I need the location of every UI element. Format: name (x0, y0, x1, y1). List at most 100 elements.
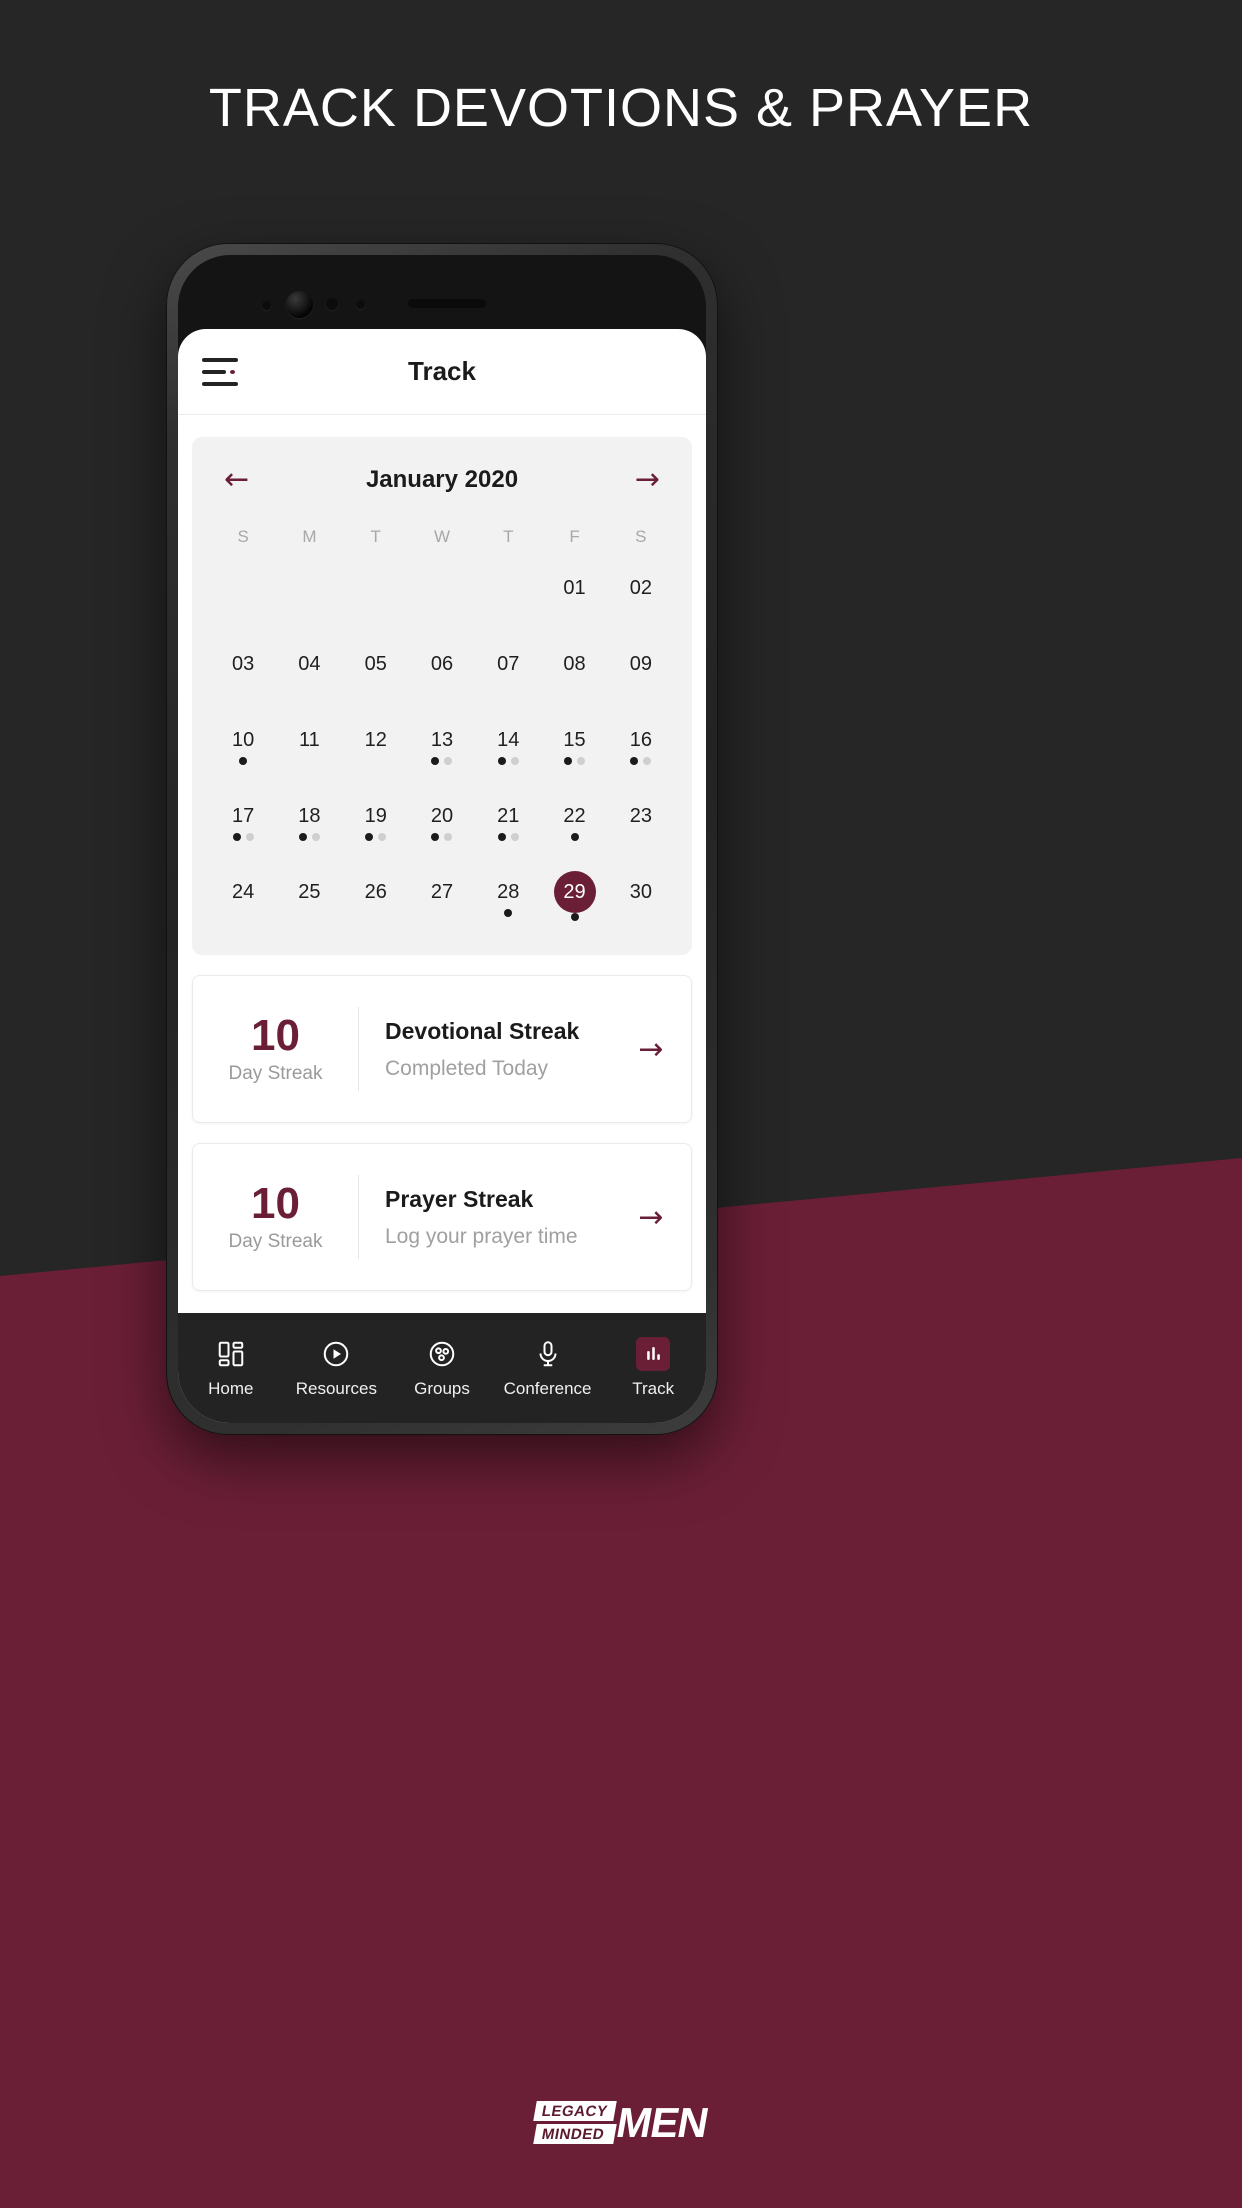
activity-dot-dark (497, 757, 506, 765)
activity-dot-dark (431, 757, 440, 765)
calendar-day-12[interactable]: 12 (343, 705, 409, 781)
calendar-day-indicators (541, 913, 607, 921)
calendar-day-indicators (541, 757, 607, 765)
arrow-right-icon[interactable]: → (635, 465, 660, 495)
earpiece-speaker (408, 299, 486, 308)
calendar-day-number: 04 (298, 653, 321, 675)
calendar-day-indicators (210, 757, 276, 765)
calendar-day-number: 20 (430, 805, 454, 827)
calendar-day-11[interactable]: 11 (276, 705, 342, 781)
calendar-day-22[interactable]: 22 (541, 781, 607, 857)
streak-card-list: 10 Day Streak Devotional Streak Completed T… (178, 975, 706, 1291)
sensor-dot-icon (262, 301, 271, 310)
calendar-day-indicators (475, 909, 541, 917)
calendar-card: ← January 2020 → SMTWTFS 01 02 03 04 05 06 07 0… (192, 437, 692, 955)
calendar-weekday-0: S (237, 527, 249, 546)
calendar-day-number: 15 (563, 729, 586, 751)
calendar-day-25[interactable]: 25 (276, 857, 342, 933)
calendar-day-18[interactable]: 18 (276, 781, 342, 857)
calendar-day-15[interactable]: 15 (541, 705, 607, 781)
calendar-weekday-header-row: SMTWTFS (202, 501, 682, 553)
nav-item-home[interactable]: Home (178, 1338, 284, 1399)
calendar-day-05[interactable]: 05 (343, 629, 409, 705)
arrow-right-icon[interactable]: → (611, 1032, 691, 1067)
nav-item-label: Conference (503, 1378, 592, 1398)
calendar-day-number: 01 (563, 577, 586, 599)
calendar-day-09[interactable]: 09 (608, 629, 674, 705)
calendar-day-24[interactable]: 24 (210, 857, 276, 933)
activity-dot-dark (365, 833, 374, 841)
calendar-day-number: 05 (364, 653, 387, 675)
streak-count-block: 10 Day Streak (193, 1174, 359, 1260)
calendar-day-number: 22 (563, 805, 586, 827)
streak-count-block: 10 Day Streak (193, 1006, 359, 1092)
calendar-header: ← January 2020 → (202, 455, 682, 501)
nav-item-label: Track (632, 1378, 675, 1398)
calendar-day-30[interactable]: 30 (608, 857, 674, 933)
calendar-day-empty (409, 553, 475, 629)
calendar-day-04[interactable]: 04 (276, 629, 342, 705)
brand-logo: LEGACY MINDED MEN (0, 2099, 1242, 2146)
page-headline: TRACK DEVOTIONS & PRAYER (208, 78, 1034, 138)
calendar-day-28[interactable]: 28 (475, 857, 541, 933)
nav-item-conference[interactable]: Conference (495, 1338, 601, 1399)
front-camera-icon (286, 291, 313, 318)
nav-item-groups[interactable]: Groups (389, 1338, 495, 1399)
calendar-day-20[interactable]: 20 (409, 781, 475, 857)
activity-dot-dark (504, 909, 513, 917)
calendar-day-08[interactable]: 08 (541, 629, 607, 705)
activity-dot-light (245, 833, 254, 841)
activity-dot-light (577, 757, 586, 765)
activity-dot-light (311, 833, 320, 841)
calendar-day-number: 16 (629, 729, 652, 751)
calendar-day-indicators (608, 757, 674, 765)
calendar-day-17[interactable]: 17 (210, 781, 276, 857)
calendar-day-06[interactable]: 06 (409, 629, 475, 705)
calendar-day-number: 06 (430, 653, 454, 675)
group-people-circle-icon (427, 1338, 457, 1370)
calendar-day-23[interactable]: 23 (608, 781, 674, 857)
calendar-day-07[interactable]: 07 (475, 629, 541, 705)
calendar-day-19[interactable]: 19 (343, 781, 409, 857)
calendar-day-number: 11 (299, 729, 320, 751)
play-circle-icon (321, 1338, 351, 1370)
hamburger-menu-icon[interactable] (202, 357, 238, 386)
activity-dot-dark (298, 833, 307, 841)
arrow-right-icon[interactable]: → (611, 1200, 691, 1235)
streak-description: Completed Today (385, 1056, 549, 1080)
nav-item-resources[interactable]: Resources (284, 1338, 390, 1399)
calendar-grid: 01 02 03 04 05 06 07 08 09 10 11 12 13 14 15 16 17 18 19 20… (202, 553, 682, 933)
calendar-day-number: 10 (232, 729, 255, 751)
logo-line-2: MINDED (532, 2124, 616, 2144)
calendar-day-number: 25 (298, 881, 321, 903)
streak-card-1[interactable]: 10 Day Streak Devotional Streak Completed T… (192, 975, 692, 1123)
calendar-day-indicators (210, 833, 276, 841)
app-bar: Track (178, 329, 706, 415)
calendar-day-29[interactable]: 29 (541, 857, 607, 933)
activity-dot-light (444, 757, 453, 765)
calendar-day-02[interactable]: 02 (608, 553, 674, 629)
calendar-day-03[interactable]: 03 (210, 629, 276, 705)
calendar-weekday-1: M (302, 527, 317, 546)
calendar-day-13[interactable]: 13 (409, 705, 475, 781)
calendar-day-10[interactable]: 10 (210, 705, 276, 781)
proximity-sensor-icon (326, 298, 338, 310)
arrow-left-icon[interactable]: ← (224, 465, 249, 495)
calendar-day-number: 07 (497, 653, 520, 675)
nav-item-track[interactable]: Track (600, 1336, 706, 1399)
calendar-day-number: 23 (629, 805, 652, 827)
calendar-day-indicators (409, 757, 475, 765)
streak-text-block: Prayer Streak Log your prayer time (359, 1186, 611, 1249)
calendar-day-26[interactable]: 26 (343, 857, 409, 933)
streak-card-2[interactable]: 10 Day Streak Prayer Streak Log your prayer… (192, 1143, 692, 1291)
calendar-day-21[interactable]: 21 (475, 781, 541, 857)
calendar-day-01[interactable]: 01 (541, 553, 607, 629)
calendar-day-indicators (475, 757, 541, 765)
calendar-day-16[interactable]: 16 (608, 705, 674, 781)
activity-dot-light (643, 757, 652, 765)
calendar-day-number: 02 (629, 577, 652, 599)
calendar-day-indicators (343, 833, 409, 841)
calendar-day-27[interactable]: 27 (409, 857, 475, 933)
dashboard-tiles-icon (216, 1338, 246, 1370)
calendar-day-14[interactable]: 14 (475, 705, 541, 781)
